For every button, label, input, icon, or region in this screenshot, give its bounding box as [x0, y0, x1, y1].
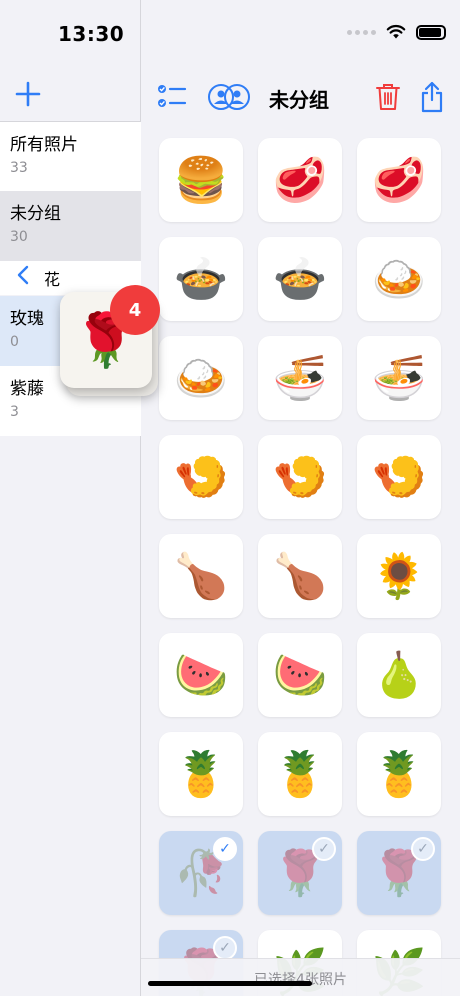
watermelon-halves-icon: 🍉 — [272, 650, 328, 701]
photo-thumbnail[interactable]: 🌻 — [357, 534, 441, 618]
checklist-icon — [158, 85, 187, 107]
merge-people-button[interactable] — [207, 80, 251, 114]
watermelon-slices-icon: 🍉 — [173, 650, 229, 701]
select-mode-button[interactable] — [155, 80, 189, 114]
katsu-plate-icon: 🍛 — [371, 254, 427, 305]
katsudon-bowl-icon: 🍜 — [272, 353, 328, 404]
beef-bowl-icon: 🍲 — [173, 254, 229, 305]
steak-plate-icon: 🥩 — [272, 155, 328, 206]
page-title: 未分组 — [269, 88, 329, 112]
photo-thumbnail[interactable]: 🍤 — [159, 435, 243, 519]
checkmark-icon: ✓ — [411, 837, 435, 861]
album-ungrouped[interactable]: 未分组 30 — [0, 191, 141, 261]
photo-thumbnail[interactable]: 🍜 — [357, 336, 441, 420]
photo-thumbnail[interactable]: 🌹✓ — [258, 831, 342, 915]
photo-thumbnail[interactable]: 🍛 — [159, 336, 243, 420]
beef-bowl-icon: 🍲 — [272, 254, 328, 305]
chevron-left-icon — [16, 264, 40, 292]
photo-thumbnail[interactable]: 🍍 — [159, 732, 243, 816]
fried-fish-icon: 🍤 — [173, 452, 229, 503]
katsu-plate-icon: 🍛 — [173, 353, 229, 404]
katsudon-bowl-icon: 🍜 — [371, 353, 427, 404]
album-name: 所有照片 — [10, 135, 78, 155]
photo-thumbnail[interactable]: 🍛 — [357, 237, 441, 321]
album-count: 3 — [10, 404, 19, 420]
album-name: 未分组 — [10, 204, 61, 224]
photo-thumbnail[interactable]: 🍤 — [357, 435, 441, 519]
karaage-icon: 🍗 — [173, 551, 229, 602]
photo-thumbnail[interactable]: 🥩 — [258, 138, 342, 222]
photo-thumbnail[interactable]: 🍔 — [159, 138, 243, 222]
checkmark-icon: ✓ — [213, 936, 237, 960]
karaage-icon: 🍗 — [272, 551, 328, 602]
photo-thumbnail[interactable]: 🍉 — [258, 633, 342, 717]
checkmark-icon: ✓ — [213, 837, 237, 861]
photo-thumbnail[interactable]: 🍍 — [258, 732, 342, 816]
trash-icon — [376, 84, 400, 110]
photo-thumbnail[interactable]: 🍉 — [159, 633, 243, 717]
share-icon — [421, 81, 443, 113]
photo-thumbnail[interactable]: 🍤 — [258, 435, 342, 519]
pineapple-icon: 🍍 — [371, 749, 427, 800]
album-all-photos[interactable]: 所有照片 33 — [0, 122, 141, 192]
drag-count-badge: 4 — [110, 285, 160, 335]
photo-thumbnail[interactable]: 🍲 — [159, 237, 243, 321]
photo-thumbnail[interactable]: 🌹✓ — [357, 831, 441, 915]
photo-thumbnail[interactable]: 🥀 ✓ — [159, 831, 243, 915]
people-merge-icon — [208, 84, 250, 110]
photo-thumbnail[interactable]: 🍲 — [258, 237, 342, 321]
photo-thumbnail[interactable]: 🍜 — [258, 336, 342, 420]
share-button[interactable] — [415, 80, 449, 114]
signal-dots-icon — [347, 29, 376, 35]
photo-area: 未分组 🍔🥩🥩🍲🍲🍛🍛🍜🍜🍤🍤🍤🍗🍗🌻🍉🍉🍐🍍🍍🍍🥀✓🌹✓🌹✓🌹✓🌿🌿 已选择4… — [141, 0, 460, 996]
steak-plate-icon: 🥩 — [371, 155, 427, 206]
plus-icon — [15, 81, 41, 107]
album-count: 33 — [10, 160, 28, 176]
status-time: 13:30 — [58, 22, 125, 46]
delete-button[interactable] — [371, 80, 405, 114]
pineapple-halves-icon: 🍍 — [173, 749, 229, 800]
photo-thumbnail[interactable]: 🍍 — [357, 732, 441, 816]
sunflower-icon: 🌻 — [371, 551, 427, 602]
tempura-icon: 🍤 — [371, 452, 427, 503]
checkmark-icon: ✓ — [312, 837, 336, 861]
selection-count: 已选择4张照片 — [254, 972, 347, 988]
photo-thumbnail[interactable]: 🍗 — [258, 534, 342, 618]
status-icons — [347, 24, 446, 40]
folder-label: 花 — [44, 270, 61, 289]
photo-thumbnail[interactable]: 🥩 — [357, 138, 441, 222]
pears-icon: 🍐 — [371, 650, 427, 701]
album-count: 30 — [10, 229, 28, 245]
pineapple-halves-icon: 🍍 — [272, 749, 328, 800]
photo-thumbnail[interactable]: 🍗 — [159, 534, 243, 618]
battery-icon — [416, 24, 446, 40]
photo-thumbnail[interactable]: 🍐 — [357, 633, 441, 717]
add-album-button[interactable] — [14, 80, 42, 108]
wifi-icon — [386, 24, 406, 39]
selection-bar: 已选择4张照片 — [141, 958, 460, 996]
fried-fish-icon: 🍤 — [272, 452, 328, 503]
home-indicator — [148, 981, 312, 986]
toolbar: 未分组 — [141, 72, 460, 120]
hamburger-icon: 🍔 — [173, 155, 229, 206]
album-sidebar: 13:30 所有照片 33 未分组 30 花 玫瑰 0 紫藤 3 — [0, 0, 141, 996]
